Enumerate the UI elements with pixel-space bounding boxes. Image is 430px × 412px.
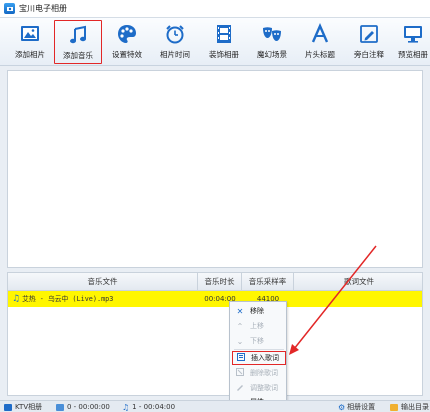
window-title: 宝川电子相册 — [19, 4, 67, 13]
column-header-duration[interactable]: 音乐时长 — [198, 273, 242, 291]
menu-item-label: 调整歌词 — [250, 384, 278, 392]
table-header: 音乐文件 音乐时长 音乐采样率 歌词文件 — [8, 273, 422, 291]
film-strip-icon — [217, 25, 231, 43]
output-dir-label: 输出目录 — [401, 403, 429, 411]
menu-item-move-up[interactable]: ⌃ 上移 — [232, 319, 286, 333]
music-count-label: 1 - 00:04:00 — [132, 403, 176, 411]
narration-note-label: 旁白注释 — [354, 50, 384, 59]
decorate-album-button[interactable]: 装饰相册 — [200, 20, 248, 64]
app-logo-icon — [4, 3, 15, 14]
masks-icon — [263, 27, 281, 41]
menu-item-insert-lyrics[interactable]: 插入歌词 — [232, 351, 286, 365]
menu-item-label: 下移 — [250, 337, 264, 345]
menu-separator — [234, 349, 284, 350]
ktv-mode-indicator[interactable]: KTV相册 — [4, 401, 42, 412]
table-row[interactable]: ♫ 艾热 - 乌云中 (Live).mp3 00:04:00 44100 — [8, 291, 422, 307]
column-header-lyrics-file[interactable]: 歌词文件 — [294, 273, 424, 291]
music-file-cell: ♫ 艾热 - 乌云中 (Live).mp3 — [12, 291, 113, 307]
up-chevron-icon: ⌃ — [236, 321, 244, 331]
music-table: 音乐文件 音乐时长 音乐采样率 歌词文件 ♫ 艾热 - 乌云中 (Live).m… — [7, 272, 423, 396]
insert-lyrics-icon — [236, 353, 246, 363]
main-toolbar: 添加相片 添加音乐 设置特效 相片时间 装饰相册 魔幻场景 片头标题 旁白注释 … — [0, 18, 430, 66]
music-note-icon — [70, 25, 86, 44]
menu-item-label: 移除 — [250, 307, 264, 315]
opening-title-label: 片头标题 — [305, 50, 335, 59]
context-menu: ✕ 移除 ⌃ 上移 ⌄ 下移 插入歌词 删除歌词 调整歌词 ⋯ 属性 — [229, 301, 287, 409]
decorate-album-label: 装饰相册 — [209, 50, 239, 59]
menu-item-label: 删除歌词 — [250, 369, 278, 377]
image-icon — [56, 403, 64, 411]
music-count-indicator: ♫ 1 - 00:04:00 — [122, 401, 175, 412]
menu-item-delete-lyrics[interactable]: 删除歌词 — [232, 366, 286, 380]
preview-album-button[interactable]: 预览相册 — [393, 20, 430, 64]
menu-item-remove[interactable]: ✕ 移除 — [232, 304, 286, 318]
column-header-sample-rate[interactable]: 音乐采样率 — [242, 273, 294, 291]
magic-scene-button[interactable]: 魔幻场景 — [248, 20, 296, 64]
music-file-name: 艾热 - 乌云中 (Live).mp3 — [22, 295, 114, 303]
image-icon — [21, 26, 39, 41]
add-music-button[interactable]: 添加音乐 — [54, 20, 102, 64]
palette-icon — [118, 25, 136, 43]
lyrics-cell — [294, 291, 424, 307]
menu-item-label: 上移 — [250, 322, 264, 330]
column-header-music-file[interactable]: 音乐文件 — [8, 273, 198, 291]
preview-album-label: 预览相册 — [398, 50, 428, 59]
magic-scene-label: 魔幻场景 — [257, 50, 287, 59]
album-settings-label: 相册设置 — [347, 403, 376, 411]
x-icon: ✕ — [236, 306, 244, 316]
down-chevron-icon: ⌄ — [236, 336, 244, 346]
music-note-icon: ♫ — [12, 294, 21, 304]
narration-note-button[interactable]: 旁白注释 — [345, 20, 393, 64]
set-effects-label: 设置特效 — [112, 50, 142, 59]
album-settings-button[interactable]: ⚙ 相册设置 — [338, 401, 375, 412]
pencil-note-icon — [360, 25, 378, 43]
photo-time-label: 相片时间 — [160, 50, 190, 59]
output-dir-button[interactable]: 输出目录 — [390, 401, 429, 412]
music-note-icon: ♫ — [122, 402, 130, 412]
add-photo-button[interactable]: 添加相片 — [6, 20, 54, 64]
monitor-icon — [404, 26, 422, 43]
add-photo-label: 添加相片 — [15, 50, 45, 59]
menu-item-label: 插入歌词 — [251, 354, 279, 362]
set-effects-button[interactable]: 设置特效 — [103, 20, 151, 64]
title-bar: 宝川电子相册 — [0, 0, 430, 18]
adjust-lyrics-icon — [235, 383, 245, 393]
preview-area[interactable] — [7, 70, 423, 268]
ktv-mode-label: KTV相册 — [15, 403, 43, 411]
photo-count-label: 0 - 00:00:00 — [67, 403, 110, 411]
opening-title-button[interactable]: 片头标题 — [296, 20, 344, 64]
delete-lyrics-icon — [235, 368, 245, 378]
menu-item-adjust-lyrics[interactable]: 调整歌词 — [232, 381, 286, 395]
photo-count-indicator: 0 - 00:00:00 — [56, 401, 110, 412]
menu-item-move-down[interactable]: ⌄ 下移 — [232, 334, 286, 348]
add-music-label: 添加音乐 — [63, 51, 93, 60]
photo-time-button[interactable]: 相片时间 — [151, 20, 199, 64]
gear-icon: ⚙ — [338, 402, 346, 412]
folder-icon — [390, 403, 398, 411]
alarm-clock-icon — [166, 25, 184, 44]
ktv-icon — [4, 403, 12, 411]
status-bar: KTV相册 0 - 00:00:00 ♫ 1 - 00:04:00 ⚙ 相册设置… — [0, 400, 430, 412]
letter-a-icon — [311, 23, 329, 43]
